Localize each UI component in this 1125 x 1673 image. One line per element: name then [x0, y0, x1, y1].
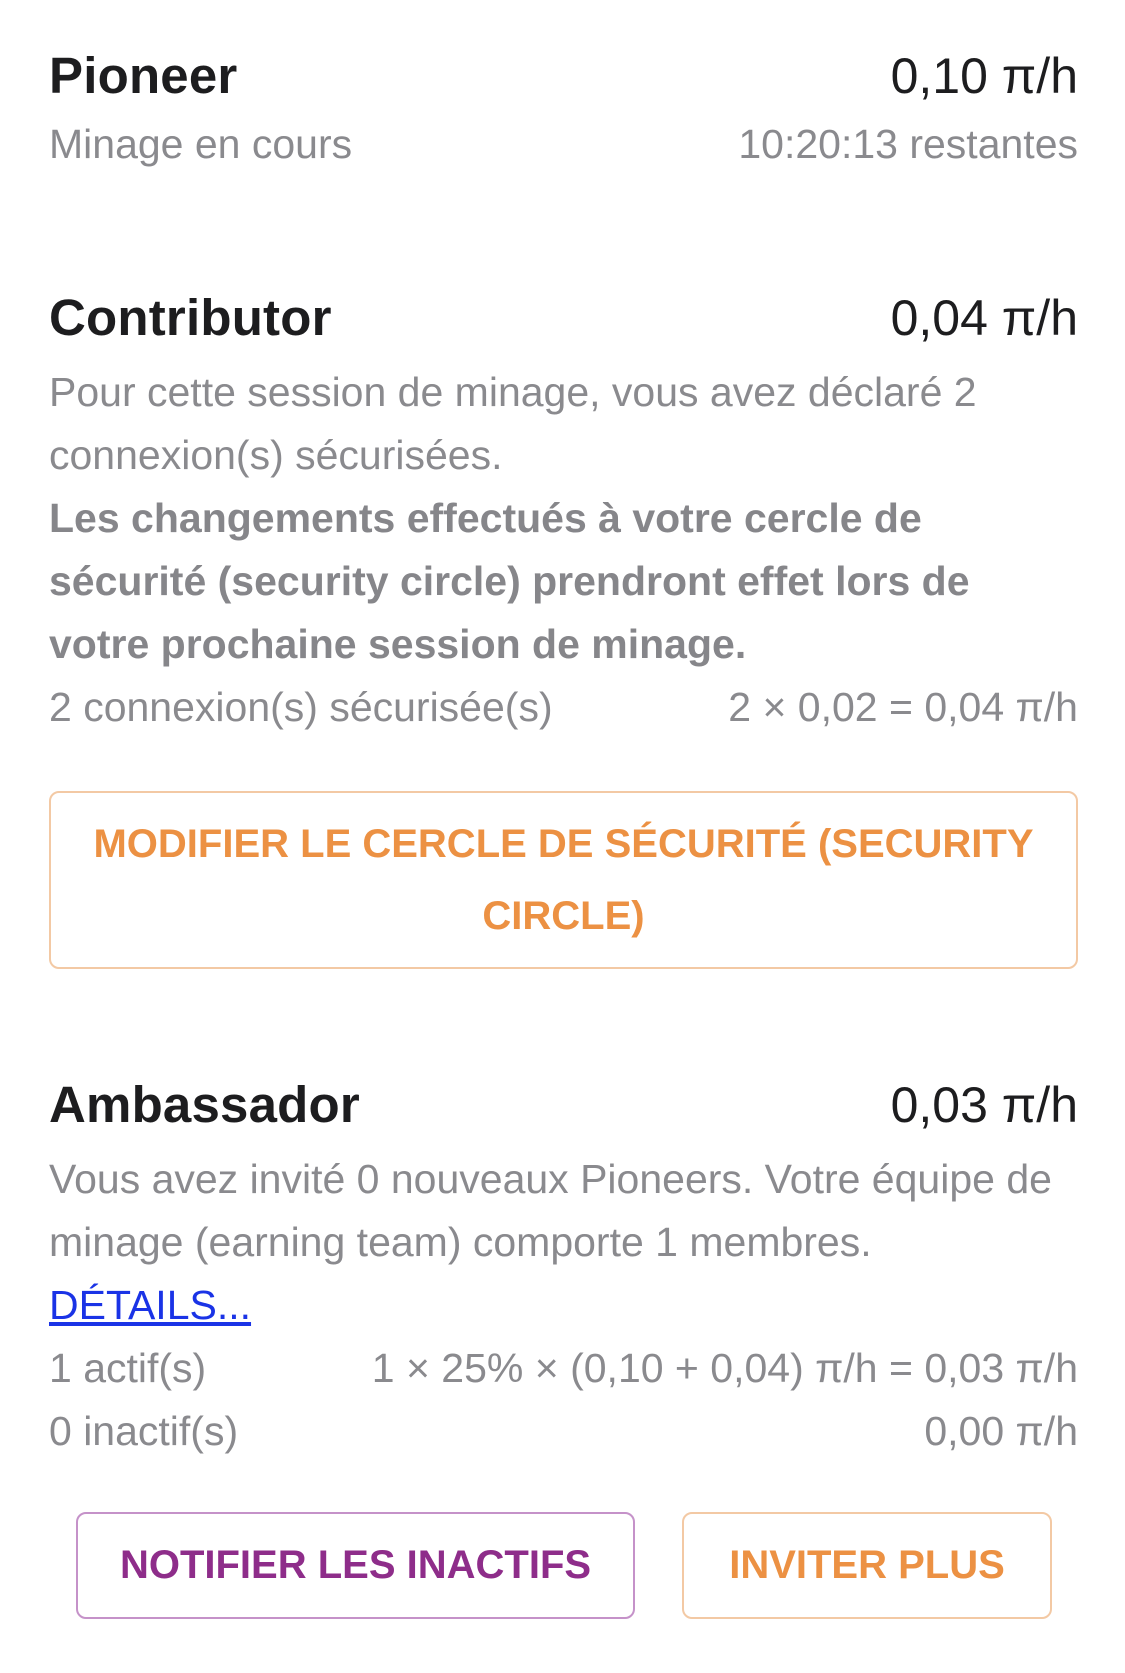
ambassador-title: Ambassador [49, 1076, 360, 1133]
connections-label: 2 connexion(s) sécurisée(s) [49, 684, 553, 730]
pioneer-status-row: Minage en cours 10:20:13 restantes [49, 121, 1078, 168]
ambassador-rate: 0,03 π/h [890, 1077, 1078, 1133]
connections-row: 2 connexion(s) sécurisée(s) 2 × 0,02 = 0… [49, 676, 1078, 739]
active-row: 1 actif(s) 1 × 25% × (0,10 + 0,04) π/h =… [49, 1337, 1078, 1400]
notify-inactive-button[interactable]: NOTIFIER LES INACTIFS [76, 1512, 635, 1619]
security-circle-notice: Les changements effectués à votre cercle… [49, 495, 970, 667]
contributor-description: Pour cette session de minage, vous avez … [49, 369, 977, 478]
pioneer-section: Pioneer 0,10 π/h Minage en cours 10:20:1… [49, 46, 1078, 168]
inactive-row: 0 inactif(s) 0,00 π/h [49, 1400, 1078, 1463]
pioneer-header: Pioneer 0,10 π/h [49, 46, 1078, 105]
active-formula: 1 × 25% × (0,10 + 0,04) π/h = 0,03 π/h [371, 1345, 1078, 1391]
modify-security-circle-button[interactable]: MODIFIER LE CERCLE DE SÉCURITÉ (SECURITY… [49, 791, 1078, 969]
contributor-title: Contributor [49, 289, 332, 346]
inactive-value: 0,00 π/h [924, 1408, 1078, 1454]
mining-status: Minage en cours [49, 121, 353, 167]
contributor-rate: 0,04 π/h [890, 290, 1078, 346]
active-label: 1 actif(s) [49, 1345, 207, 1391]
connections-formula: 2 × 0,02 = 0,04 π/h [728, 684, 1078, 730]
details-link[interactable]: DÉTAILS... [49, 1282, 251, 1328]
pioneer-title: Pioneer [49, 47, 238, 104]
ambassador-section: Ambassador 0,03 π/h Vous avez invité 0 n… [49, 1075, 1078, 1463]
contributor-section: Contributor 0,04 π/h Pour cette session … [49, 288, 1078, 739]
time-remaining: 10:20:13 restantes [738, 121, 1078, 167]
contributor-header: Contributor 0,04 π/h [49, 288, 1078, 347]
inactive-label: 0 inactif(s) [49, 1408, 239, 1454]
pioneer-rate: 0,10 π/h [890, 48, 1078, 104]
invite-more-button[interactable]: INVITER PLUS [682, 1512, 1052, 1619]
ambassador-description: Vous avez invité 0 nouveaux Pioneers. Vo… [49, 1156, 1052, 1265]
ambassador-header: Ambassador 0,03 π/h [49, 1075, 1078, 1134]
